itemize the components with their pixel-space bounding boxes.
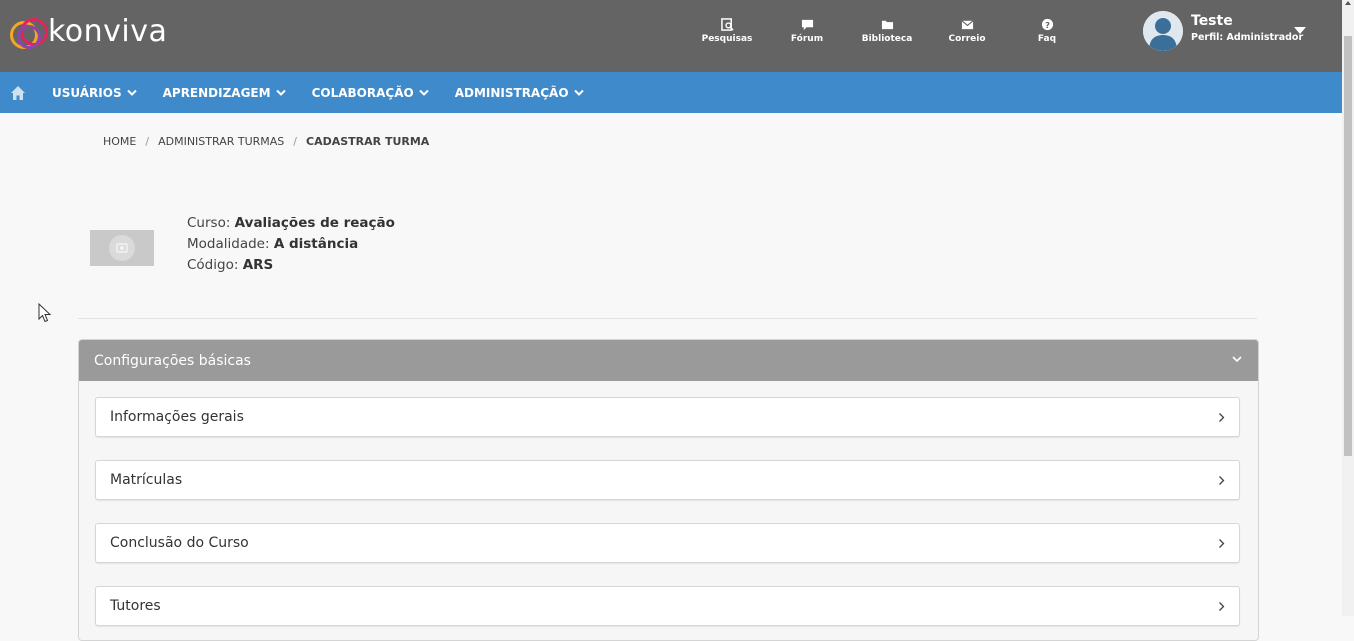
chevron-down-icon	[418, 89, 429, 96]
question-circle-icon: ?	[1041, 18, 1053, 31]
top-header: konviva Pesquisas Fórum Biblioteca Corre…	[0, 0, 1342, 72]
search-document-icon	[720, 18, 734, 31]
section-label: Matrículas	[110, 472, 183, 488]
home-icon[interactable]	[10, 85, 26, 101]
quick-link-label: Faq	[1037, 34, 1057, 44]
konviva-logo[interactable]: konviva	[10, 14, 167, 49]
quick-link-label: Fórum	[790, 34, 824, 44]
scrollbar-thumb[interactable]	[1344, 36, 1352, 456]
quick-link-forum[interactable]: Fórum	[772, 18, 842, 44]
nav-item-aprendizagem[interactable]: APRENDIZAGEM	[163, 86, 286, 100]
breadcrumb-separator: /	[293, 135, 297, 148]
scroll-up-arrow-icon[interactable]	[1345, 1, 1351, 5]
section-matriculas[interactable]: Matrículas	[95, 460, 1240, 500]
code-label: Código:	[187, 257, 239, 273]
quick-link-correio[interactable]: Correio	[932, 18, 1002, 44]
panel-header[interactable]: Configurações básicas	[79, 340, 1258, 381]
chevron-right-icon	[1219, 413, 1225, 422]
chat-bubble-icon	[801, 19, 813, 31]
course-modality-row: Modalidade: A distância	[187, 234, 395, 255]
user-silhouette-icon	[1143, 11, 1183, 51]
course-code-row: Código: ARS	[187, 255, 395, 276]
user-menu[interactable]: Teste Perfil: Administrador	[1143, 11, 1303, 51]
nav-item-label: USUÁRIOS	[52, 85, 122, 100]
chevron-right-icon	[1219, 476, 1225, 485]
section-label: Tutores	[110, 598, 161, 614]
main-nav: USUÁRIOS APRENDIZAGEM COLABORAÇÃO ADMINI…	[0, 72, 1342, 113]
nav-item-label: ADMINISTRAÇÃO	[454, 85, 569, 100]
chevron-down-icon	[126, 89, 137, 96]
user-name: Teste	[1191, 13, 1233, 29]
chevron-right-icon	[1219, 602, 1225, 611]
user-profile: Perfil: Administrador	[1191, 32, 1304, 43]
nav-item-colaboracao[interactable]: COLABORAÇÃO	[312, 86, 429, 100]
quick-link-label: Biblioteca	[861, 34, 913, 44]
course-label: Curso:	[187, 215, 231, 231]
quick-link-label: Correio	[948, 34, 986, 44]
course-modality: A distância	[273, 236, 359, 252]
section-label: Informações gerais	[110, 409, 244, 425]
section-tutores[interactable]: Tutores	[95, 586, 1240, 626]
breadcrumb-home[interactable]: HOME	[103, 135, 136, 148]
mouse-cursor-icon	[38, 303, 52, 323]
course-code: ARS	[242, 257, 274, 273]
nav-item-administracao[interactable]: ADMINISTRAÇÃO	[455, 86, 584, 100]
logo-text: konviva	[48, 14, 168, 49]
breadcrumb: HOME / ADMINISTRAR TURMAS / CADASTRAR TU…	[103, 135, 429, 148]
nav-item-label: COLABORAÇÃO	[311, 85, 414, 100]
logo-rings-icon	[10, 15, 50, 49]
breadcrumb-current: CADASTRAR TURMA	[306, 135, 430, 148]
breadcrumb-separator: /	[145, 135, 150, 148]
section-informacoes-gerais[interactable]: Informações gerais	[95, 397, 1240, 437]
nav-item-label: APRENDIZAGEM	[162, 85, 271, 100]
folder-icon	[881, 20, 893, 30]
avatar[interactable]	[1143, 11, 1183, 51]
quick-link-faq[interactable]: ? Faq	[1012, 18, 1082, 44]
chevron-down-icon	[275, 89, 286, 96]
chevron-down-icon[interactable]	[1232, 355, 1242, 363]
chevron-down-icon	[573, 89, 584, 96]
caret-down-icon[interactable]	[1294, 27, 1306, 34]
course-thumbnail	[90, 230, 154, 266]
course-name-row: Curso: Avaliações de reação	[187, 213, 395, 234]
basic-settings-panel: Configurações básicas Informações gerais…	[78, 339, 1259, 641]
section-label: Conclusão do Curso	[110, 535, 249, 551]
svg-text:?: ?	[1045, 20, 1050, 30]
course-image-placeholder-icon	[109, 235, 135, 261]
quick-link-biblioteca[interactable]: Biblioteca	[852, 18, 922, 44]
nav-item-usuarios[interactable]: USUÁRIOS	[52, 86, 137, 100]
envelope-icon	[961, 20, 973, 30]
chevron-right-icon	[1219, 539, 1225, 548]
section-conclusao-do-curso[interactable]: Conclusão do Curso	[95, 523, 1240, 563]
quick-link-label: Pesquisas	[701, 34, 753, 44]
course-name: Avaliações de reação	[234, 215, 395, 231]
modality-label: Modalidade:	[187, 236, 270, 252]
quick-link-pesquisas[interactable]: Pesquisas	[692, 18, 762, 44]
breadcrumb-administrar-turmas[interactable]: ADMINISTRAR TURMAS	[158, 135, 284, 148]
divider	[78, 318, 1257, 319]
panel-title: Configurações básicas	[94, 352, 251, 369]
course-info: Curso: Avaliações de reação Modalidade: …	[187, 213, 395, 276]
